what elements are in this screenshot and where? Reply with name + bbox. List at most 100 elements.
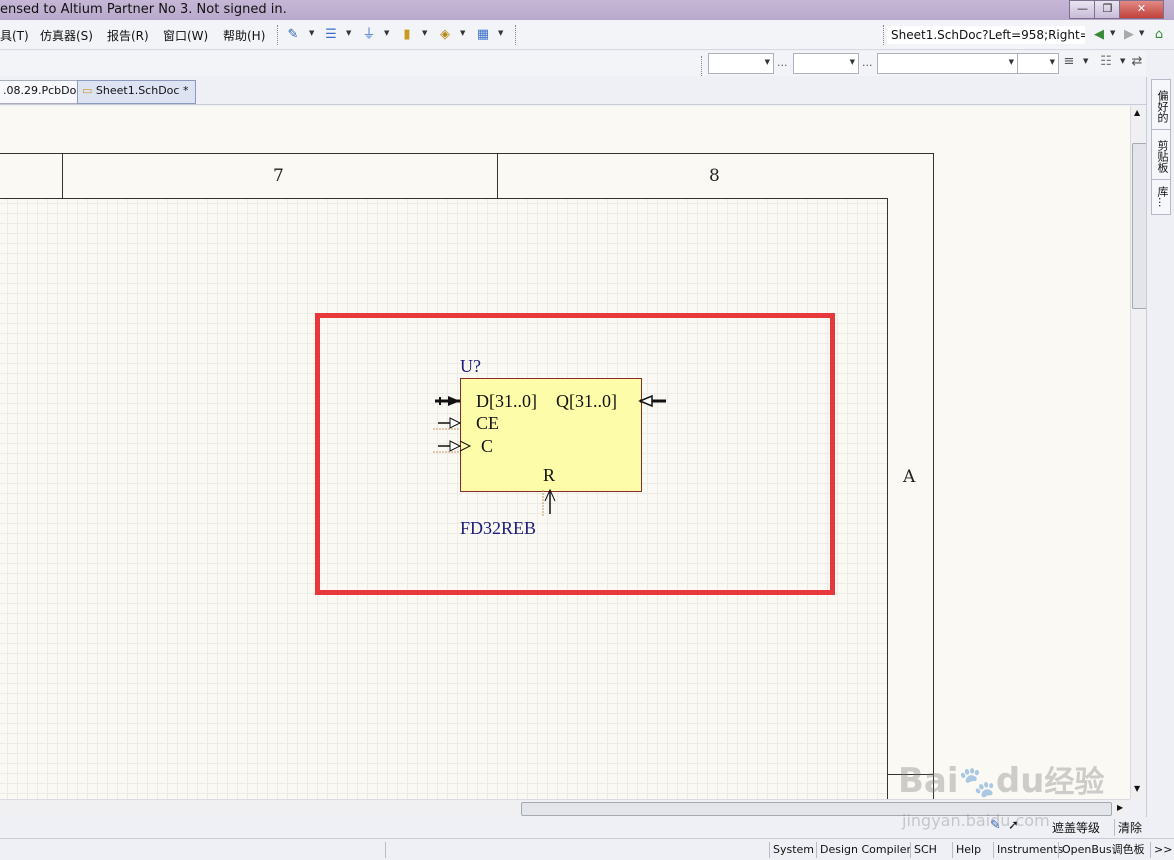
side-tab-library[interactable]: 库... xyxy=(1151,179,1171,215)
ellipsis-label: ... xyxy=(862,56,873,69)
scroll-up-icon[interactable]: ▲ xyxy=(1134,108,1140,117)
menu-reports[interactable]: 报告(R) xyxy=(107,27,149,44)
pin-d-icon[interactable] xyxy=(435,396,460,406)
zone-divider xyxy=(62,153,63,198)
dropdown-arrow-icon[interactable]: ▼ xyxy=(1110,29,1115,37)
status-button-more[interactable]: >> xyxy=(1150,842,1174,858)
filter-combo[interactable]: ▼ xyxy=(877,53,1018,74)
watermark-logo-text: du xyxy=(995,761,1045,801)
forward-icon[interactable]: ▶ xyxy=(1120,26,1138,44)
dropdown-arrow-icon[interactable]: ▼ xyxy=(1139,29,1144,37)
zone-row-label: A xyxy=(903,467,916,487)
dropdown-arrow-icon[interactable]: ▼ xyxy=(1120,57,1125,65)
schematic-doc-icon: ▭ xyxy=(82,84,93,97)
status-divider xyxy=(385,842,386,858)
component-name[interactable]: FD32REB xyxy=(460,518,536,539)
zone-divider xyxy=(497,153,498,198)
tab-label: .08.29.PcbDoc xyxy=(3,84,83,97)
document-tab-bar: .08.29.PcbDoc ▭ Sheet1.SchDoc * xyxy=(0,77,1146,105)
toolbar-separator xyxy=(277,25,279,45)
chevron-down-icon: ▼ xyxy=(849,58,855,66)
address-field[interactable]: Sheet1.SchDoc?Left=958;Right= xyxy=(887,26,1085,44)
home-icon[interactable]: ⌂ xyxy=(1150,26,1168,44)
sheet-margin-right xyxy=(934,106,1130,799)
tab-label: Sheet1.SchDoc * xyxy=(95,84,189,97)
vertical-scrollbar[interactable]: ▲ ▼ xyxy=(1130,106,1147,799)
side-tab-favorites[interactable]: 偏好的 xyxy=(1151,79,1171,133)
watermark-logo: Bai🐾du经验 xyxy=(898,757,1104,801)
part-tool-icon[interactable]: ▮ xyxy=(398,26,416,44)
status-bar: System Design Compiler SCH Help Instrume… xyxy=(0,838,1174,860)
status-button-instruments[interactable]: Instruments xyxy=(993,842,1066,858)
dropdown-arrow-icon[interactable]: ▼ xyxy=(422,29,427,37)
sheet-border-line xyxy=(933,153,934,799)
pin-ce-icon[interactable] xyxy=(433,417,462,430)
status-button-system[interactable]: System xyxy=(769,842,817,858)
menu-tools[interactable]: 具(T) xyxy=(0,27,29,44)
dropdown-arrow-icon[interactable]: ▼ xyxy=(1083,57,1088,65)
status-button-help[interactable]: Help xyxy=(952,842,984,858)
grid-icon[interactable]: ▦ xyxy=(474,26,492,44)
component-designator[interactable]: U? xyxy=(460,356,481,377)
dropdown-arrow-icon[interactable]: ▼ xyxy=(498,29,503,37)
maximize-button[interactable]: ❐ xyxy=(1094,0,1121,19)
sheet-border-line xyxy=(0,153,934,154)
shape-tool-icon[interactable]: ◈ xyxy=(436,26,454,44)
list-view-icon[interactable]: ≡ xyxy=(1060,53,1078,71)
watermark-paw-icon: 🐾 xyxy=(958,765,996,800)
pin-q-icon[interactable] xyxy=(638,394,666,408)
close-button[interactable]: ✕ xyxy=(1119,0,1164,19)
status-button-sch[interactable]: SCH xyxy=(910,842,940,858)
watermark-logo-text: Bai xyxy=(898,761,959,801)
pin-c-icon[interactable] xyxy=(433,440,472,453)
status-button-design-compiler[interactable]: Design Compiler xyxy=(816,842,914,858)
title-bar: ensed to Altium Partner No 3. Not signed… xyxy=(0,0,1174,20)
scroll-right-icon[interactable]: ▶ xyxy=(1117,803,1123,812)
clear-button[interactable]: 清除 xyxy=(1114,819,1142,836)
tab-pcb-doc[interactable]: .08.29.PcbDoc xyxy=(0,80,83,104)
side-panel-tabs: 偏好的 剪贴板 库... xyxy=(1146,77,1174,817)
sheet-zone-header xyxy=(0,153,933,198)
toolbar-separator xyxy=(883,25,885,45)
chevron-down-icon: ▼ xyxy=(1008,58,1014,66)
wire-tool-icon[interactable]: ✎ xyxy=(284,26,302,44)
sheet-border-line xyxy=(887,198,888,799)
ground-power-icon[interactable]: ⏚ xyxy=(360,26,378,44)
scroll-down-icon[interactable]: ▼ xyxy=(1134,784,1140,793)
menu-help[interactable]: 帮助(H) xyxy=(223,27,265,44)
tab-sheet1-schdoc[interactable]: ▭ Sheet1.SchDoc * xyxy=(77,80,196,104)
status-button-openbus[interactable]: OpenBus调色板 xyxy=(1058,842,1148,858)
zone-column-label: 8 xyxy=(709,166,720,186)
menu-simulator[interactable]: 仿真器(S) xyxy=(40,27,93,44)
pin-r-icon[interactable] xyxy=(542,488,556,516)
vertical-scroll-thumb[interactable] xyxy=(1132,143,1147,309)
detail-view-icon[interactable]: ☷ xyxy=(1097,53,1115,71)
ellipsis-label: ... xyxy=(777,56,788,69)
toolbar-separator xyxy=(515,25,517,45)
toolbar-separator xyxy=(701,56,703,76)
secondary-toolbar: ▼ ... ▼ ... ▼ ▼ ≡ ▼ ☷ ▼ ⇄ xyxy=(0,51,1146,76)
side-tab-clipboard[interactable]: 剪贴板 xyxy=(1151,129,1171,183)
window-title: ensed to Altium Partner No 3. Not signed… xyxy=(0,2,287,17)
menu-window[interactable]: 窗口(W) xyxy=(163,27,208,44)
sheet-border-line xyxy=(0,198,888,199)
chevron-down-icon: ▼ xyxy=(1049,58,1055,66)
filter-combo[interactable]: ▼ xyxy=(708,53,774,74)
mask-level-button[interactable]: 遮盖等级 xyxy=(1052,819,1100,836)
filter-combo[interactable]: ▼ xyxy=(793,53,859,74)
watermark-url: jingyan.baidu.com xyxy=(902,811,1050,830)
back-icon[interactable]: ◀ xyxy=(1090,26,1108,44)
watermark-suffix: 经验 xyxy=(1044,765,1105,800)
chevron-down-icon: ▼ xyxy=(764,58,770,66)
minimize-button[interactable]: — xyxy=(1069,0,1096,19)
swap-icon[interactable]: ⇄ xyxy=(1128,53,1146,71)
filter-combo[interactable]: ▼ xyxy=(1017,53,1059,74)
component-pins xyxy=(433,394,666,516)
zone-column-label: 7 xyxy=(273,166,284,186)
dropdown-arrow-icon[interactable]: ▼ xyxy=(309,29,314,37)
dropdown-arrow-icon[interactable]: ▼ xyxy=(346,29,351,37)
dropdown-arrow-icon[interactable]: ▼ xyxy=(460,29,465,37)
align-tool-icon[interactable]: ☰ xyxy=(322,26,340,44)
dropdown-arrow-icon[interactable]: ▼ xyxy=(384,29,389,37)
schematic-canvas[interactable]: 7 8 A U? D[31..0] Q[31..0] CE C R FD32RE… xyxy=(0,106,1130,799)
